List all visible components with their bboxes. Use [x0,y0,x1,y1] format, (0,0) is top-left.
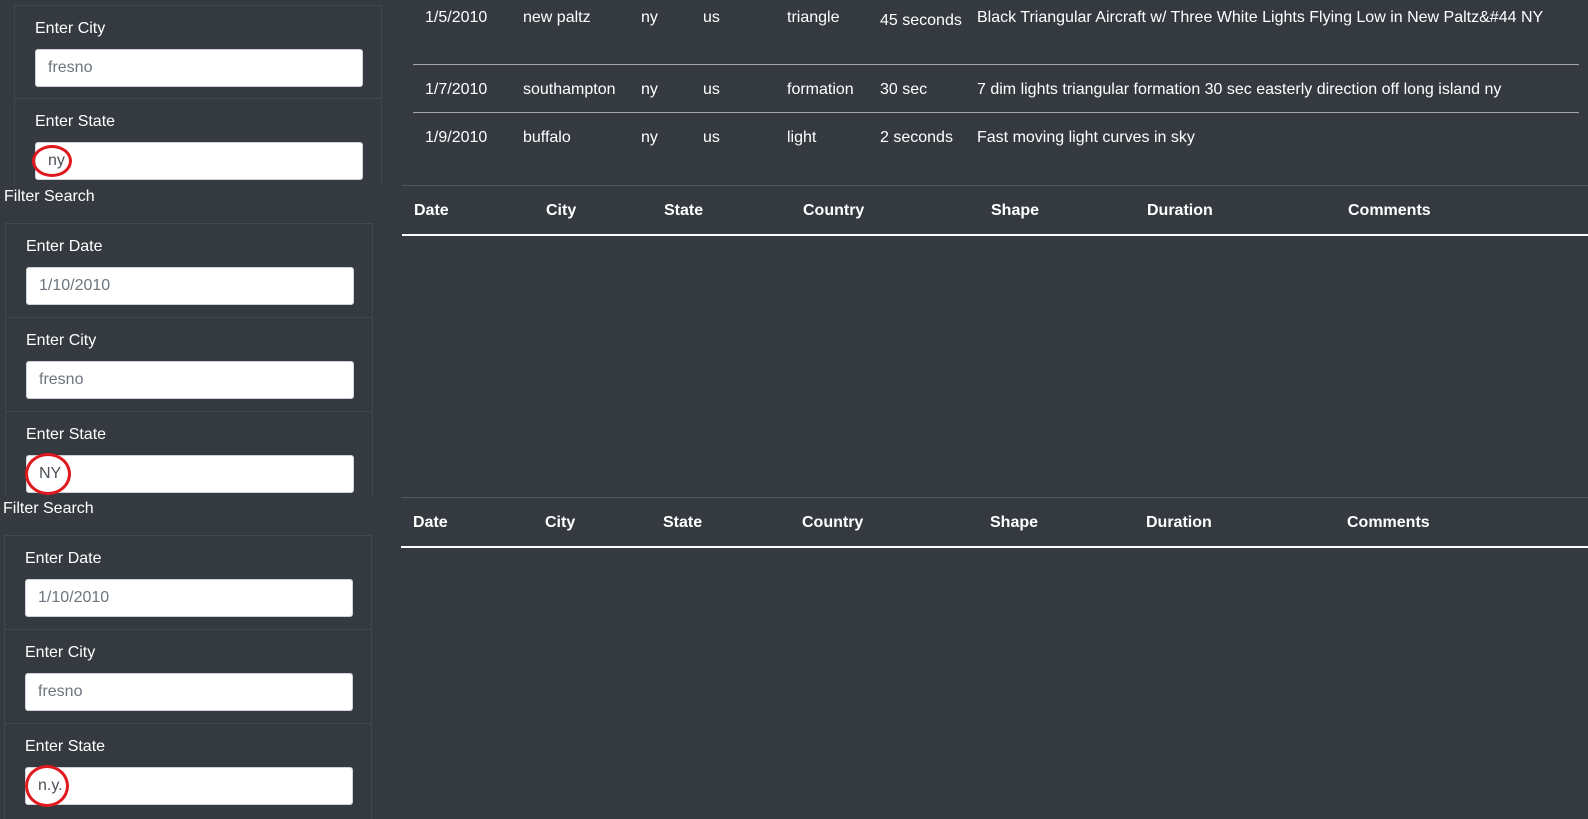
results-panel-3: Date City State Country Shape Duration C… [401,497,1588,819]
header-city: City [546,202,577,219]
city-label: Enter City [26,332,97,349]
date-filter-item: Enter Date [4,535,372,629]
state-cell: ny [641,5,703,65]
comments-cell: 7 dim lights triangular formation 30 sec… [977,64,1579,113]
header-duration: Duration [1146,514,1212,531]
filter-panel-2: Filter Search Enter Date Enter City Ente… [0,185,400,496]
filter-panel-1: Enter City Enter State [14,5,384,185]
state-filter-item: Enter State [5,411,373,496]
state-filter-item: Enter State [4,723,372,819]
header-shape: Shape [991,202,1040,219]
city-label: Enter City [25,644,96,661]
date-input[interactable] [26,267,354,305]
state-input[interactable] [26,455,354,493]
date-cell: 1/9/2010 [425,128,488,146]
city-label: Enter City [35,20,106,37]
duration-cell: 30 sec [880,64,977,113]
header-comments: Comments [1347,514,1430,531]
results-panel-1: 1/5/2010 new paltz ny us triangle 45 sec… [402,0,1588,185]
date-cell: 1/7/2010 [413,64,523,113]
date-cell: 1/5/2010 [413,5,523,65]
header-duration: Duration [1147,202,1213,219]
city-filter-item: Enter City [5,317,373,411]
date-label: Enter Date [25,550,102,567]
header-state: State [664,202,704,219]
table-row: 1/7/2010 southampton ny us formation 30 … [413,64,1579,113]
city-filter-item: Enter City [14,5,382,98]
state-cell: ny [641,128,658,146]
state-label: Enter State [26,426,107,443]
table-row: 1/9/2010 buffalo ny us light 2 seconds F… [413,112,1579,172]
filter-panel-3: Filter Search Enter Date Enter City Ente… [0,497,400,819]
results-panel-2: Date City State Country Shape Duration C… [402,185,1588,496]
city-cell: buffalo [523,128,571,146]
header-date: Date [413,514,448,531]
country-cell: us [703,64,787,113]
country-cell: us [703,5,787,65]
state-filter-item: Enter State [14,98,382,185]
city-input[interactable] [35,49,363,87]
date-filter-item: Enter Date [5,223,373,317]
city-filter-item: Enter City [4,629,372,723]
state-label: Enter State [25,738,106,755]
state-cell: ny [641,64,703,113]
shape-cell: triangle [787,5,880,65]
header-shape: Shape [990,514,1039,531]
filter-search-title: Filter Search [4,188,95,205]
state-input[interactable] [25,767,353,805]
comments-cell: Black Triangular Aircraft w/ Three White… [977,5,1579,65]
country-cell: us [703,128,720,146]
table-header: Date City State Country Shape Duration C… [402,185,1588,236]
header-comments: Comments [1348,202,1431,219]
ufo-table: 1/5/2010 new paltz ny us triangle 45 sec… [413,5,1579,172]
date-label: Enter Date [26,238,103,255]
duration-cell: 2 seconds [880,128,953,146]
header-country: Country [803,202,865,219]
table-header: Date City State Country Shape Duration C… [401,497,1588,548]
city-input[interactable] [26,361,354,399]
header-date: Date [414,202,449,219]
city-input[interactable] [25,673,353,711]
filter-search-title: Filter Search [3,500,94,517]
date-input[interactable] [25,579,353,617]
header-state: State [663,514,703,531]
shape-cell: light [787,128,817,146]
table-row: 1/5/2010 new paltz ny us triangle 45 sec… [413,5,1579,65]
header-city: City [545,514,576,531]
header-country: Country [802,514,864,531]
duration-cell: 45 seconds [880,5,977,65]
city-cell: southampton [523,64,641,113]
state-input[interactable] [35,142,363,180]
state-label: Enter State [35,113,116,130]
shape-cell: formation [787,64,880,113]
city-cell: new paltz [523,5,641,65]
comments-cell: Fast moving light curves in sky [977,128,1195,146]
